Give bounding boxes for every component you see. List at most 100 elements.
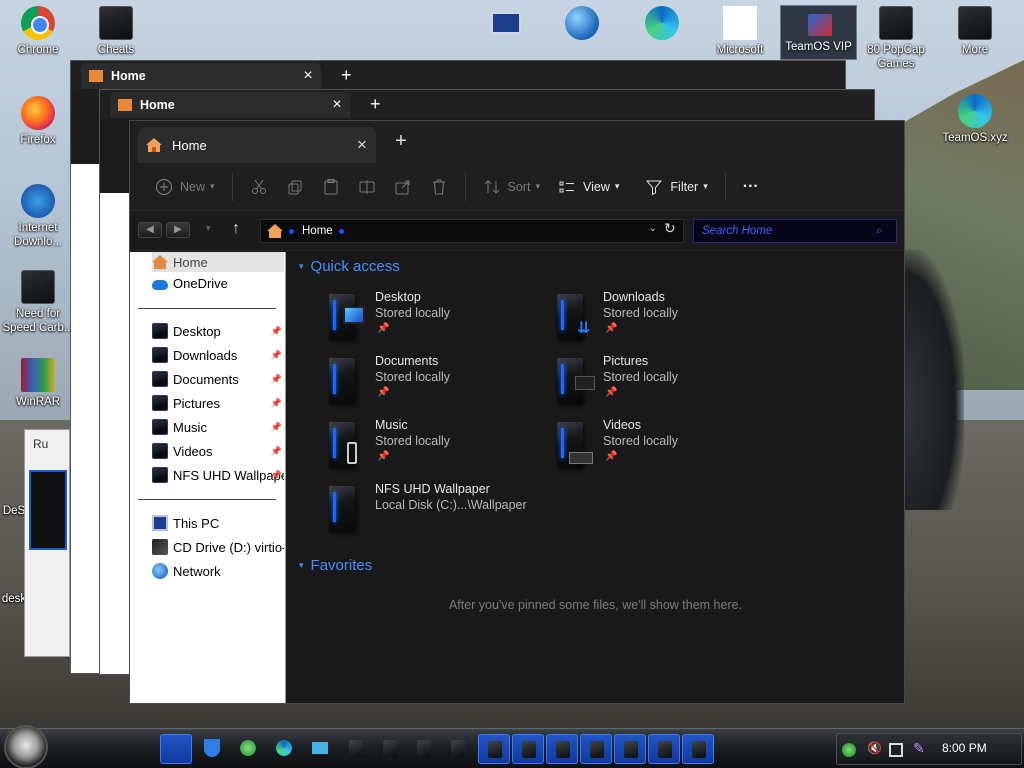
taskbar-item-app[interactable] [340, 734, 372, 764]
tab-close-icon[interactable]: × [348, 135, 376, 155]
taskbar-item-edge[interactable] [268, 734, 300, 764]
volume-muted-icon[interactable]: 🔇 [867, 741, 882, 755]
background-tab[interactable]: Home × [110, 92, 350, 118]
desktop-icon-chrome[interactable]: Chrome [2, 6, 74, 57]
taskbar-item-app[interactable] [408, 734, 440, 764]
new-tab-icon[interactable]: + [341, 65, 352, 86]
sidebar-item-this-pc[interactable]: This PC [152, 513, 284, 533]
close-icon[interactable]: × [324, 96, 350, 114]
sidebar-item-music[interactable]: Music 📌 [152, 417, 284, 437]
window-close-icon[interactable]: × [876, 65, 885, 83]
sidebar-item-videos[interactable]: Videos 📌 [152, 441, 284, 461]
quick-access-item-documents[interactable]: Documents Stored locally 📌 [323, 354, 543, 414]
up-arrow-icon[interactable]: ↑ [232, 220, 240, 238]
desktop-icon-firefox[interactable]: Firefox [2, 96, 74, 147]
pin-icon: 📌 [270, 469, 282, 480]
quick-access-item-videos[interactable]: Videos Stored locally 📌 [551, 418, 771, 478]
tab-label: Home [172, 137, 207, 153]
pin-icon: 📌 [270, 445, 282, 456]
taskbar-item-explorer[interactable] [512, 734, 544, 764]
sidebar-item-cd-drive[interactable]: CD Drive (D:) virtio-win [152, 537, 284, 557]
refresh-icon[interactable]: ↻ [664, 220, 676, 237]
desktop-icon-winrar[interactable]: WinRAR [2, 358, 74, 409]
sidebar-item-downloads[interactable]: Downloads 📌 [152, 345, 284, 365]
desktop-icon-monitor[interactable] [470, 6, 542, 37]
run-dialog-window[interactable]: Ru [24, 429, 70, 657]
desktop-icon-edge[interactable] [626, 6, 698, 43]
sort-icon [484, 179, 499, 194]
taskbar-item-explorer[interactable] [478, 734, 510, 764]
desktop-icon-more[interactable]: More [939, 6, 1011, 57]
desktop-icon-cheats[interactable]: Cheats [80, 6, 152, 57]
paste-button[interactable] [313, 169, 349, 205]
filter-button[interactable]: Filter ▾ [636, 169, 716, 205]
network-status-icon[interactable] [842, 743, 856, 757]
search-input[interactable] [693, 219, 897, 243]
chevron-down-icon[interactable]: ⌄ [649, 223, 657, 234]
display-icon[interactable] [889, 743, 903, 757]
taskbar-clock[interactable]: 8:00 PM [942, 741, 987, 755]
desktop-icon-teamos-vip[interactable]: TeamOS VIP [780, 5, 857, 60]
taskbar-item-mail[interactable] [304, 734, 336, 764]
close-icon[interactable]: × [295, 67, 321, 85]
forward-button[interactable]: ▶ [166, 222, 190, 238]
more-options-button[interactable]: ··· [734, 169, 768, 205]
quick-access-item-nfs-wallpaper[interactable]: NFS UHD Wallpaper Local Disk (C:)...\Wal… [323, 482, 603, 542]
address-bar[interactable]: Home ⌄ [260, 219, 684, 243]
favorites-header[interactable]: ▾ Favorites [299, 557, 372, 574]
sidebar-item-onedrive[interactable]: OneDrive [152, 273, 284, 293]
desktop-icon-microsoft[interactable]: Microsoft [704, 6, 776, 57]
taskbar-item-app[interactable] [442, 734, 474, 764]
new-tab-icon[interactable]: + [370, 94, 381, 115]
copy-button[interactable] [277, 169, 313, 205]
chevron-down-icon: ▾ [614, 181, 620, 191]
desktop-icon-nfs-carbon[interactable]: Need for Speed Carb... [2, 270, 74, 335]
view-button[interactable]: View ▾ [549, 169, 628, 205]
desktop-icon-internet-download[interactable]: Internet Downlo... [2, 184, 74, 249]
pc-tower-icon [451, 740, 465, 757]
sort-button[interactable]: Sort ▾ [474, 169, 549, 205]
rename-button[interactable] [349, 169, 385, 205]
copy-icon [288, 180, 302, 194]
tab-home[interactable]: Home × [138, 127, 376, 163]
quick-access-item-desktop[interactable]: Desktop Stored locally 📌 [323, 290, 543, 350]
new-tab-button[interactable]: + [388, 129, 414, 155]
start-button[interactable] [4, 725, 48, 768]
desktop-icon-popcap-games[interactable]: 80 PopCap Games [860, 6, 932, 71]
quick-access-item-music[interactable]: Music Stored locally 📌 [323, 418, 543, 478]
recent-locations-icon[interactable]: ▾ [206, 223, 211, 234]
desktop-icon-teamos-xyz[interactable]: TeamOS.xyz [939, 94, 1011, 145]
sidebar-item-pictures[interactable]: Pictures 📌 [152, 393, 284, 413]
sidebar-item-desktop[interactable]: Desktop 📌 [152, 321, 284, 341]
quick-access-item-pictures[interactable]: Pictures Stored locally 📌 [551, 354, 771, 414]
breadcrumb-home[interactable]: Home [302, 225, 333, 237]
taskbar-item-explorer[interactable] [546, 734, 578, 764]
taskbar-item-explorer[interactable] [614, 734, 646, 764]
quick-access-header[interactable]: ▾ Quick access [299, 258, 400, 275]
background-tab[interactable]: Home × [81, 63, 321, 89]
pen-icon[interactable]: ✎ [913, 740, 927, 756]
taskbar-item-security[interactable] [196, 734, 228, 764]
taskbar-item-explorer[interactable] [648, 734, 680, 764]
pin-icon: 📌 [270, 397, 282, 408]
desktop-icon-recycle-bin[interactable] [546, 6, 618, 43]
file-explorer-window[interactable]: Home × + New ▾ Sort ▾ View ▾ Filter ▾ ··… [129, 120, 905, 704]
sidebar-item-documents[interactable]: Documents 📌 [152, 369, 284, 389]
taskbar-item-explorer[interactable] [580, 734, 612, 764]
sidebar-item-nfs-wallpaper[interactable]: NFS UHD Wallpaper 📌 [152, 465, 284, 485]
new-button[interactable]: New ▾ [146, 169, 224, 205]
home-icon [267, 224, 283, 238]
share-button[interactable] [385, 169, 421, 205]
quick-access-item-downloads[interactable]: ⇊ Downloads Stored locally 📌 [551, 290, 771, 350]
taskbar-item-show-desktop[interactable] [160, 734, 192, 764]
taskbar-item-globe[interactable] [232, 734, 264, 764]
taskbar-item-app[interactable] [374, 734, 406, 764]
sidebar-item-network[interactable]: Network [152, 561, 284, 581]
back-button[interactable]: ◀ [138, 222, 162, 238]
cut-button[interactable] [241, 169, 277, 205]
sidebar-item-home[interactable]: Home [152, 252, 284, 272]
search-icon[interactable]: ⌕ [876, 223, 883, 238]
taskbar-item-explorer[interactable] [682, 734, 714, 764]
downloads-folder-icon [152, 347, 168, 363]
delete-button[interactable] [421, 169, 457, 205]
